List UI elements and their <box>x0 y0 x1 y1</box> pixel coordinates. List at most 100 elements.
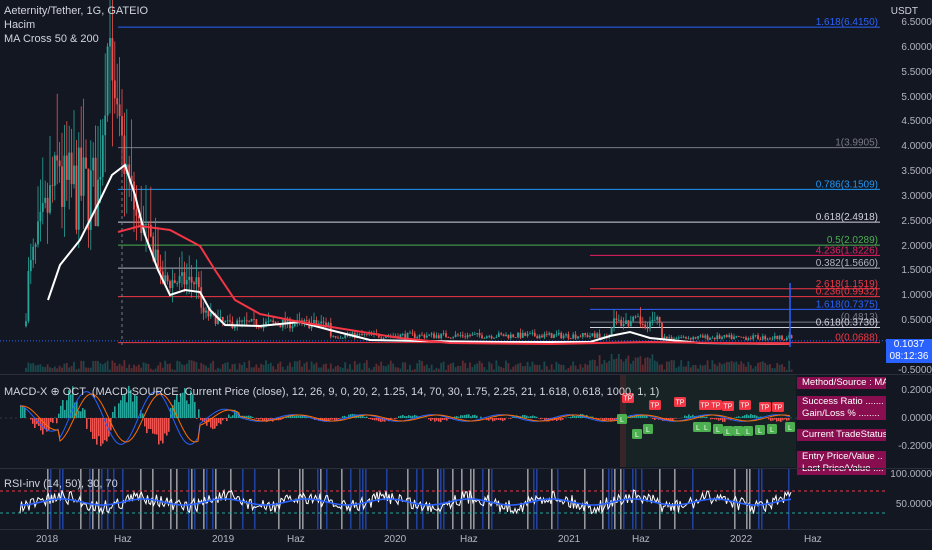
volume-bar <box>502 367 505 372</box>
volume-bar <box>783 366 786 372</box>
volume-bar <box>423 365 426 372</box>
macd-histogram-bar <box>108 418 110 437</box>
l-marker-label: L <box>620 417 624 424</box>
volume-bar <box>75 369 78 372</box>
fib-level-label: 0.382(1.5660) <box>816 258 878 269</box>
candle-body <box>358 333 361 335</box>
volume-bar <box>433 369 435 372</box>
candle-body <box>521 332 524 338</box>
candle-body <box>145 224 147 225</box>
ma-cross-indicator-label[interactable]: MA Cross 50 & 200 <box>4 33 99 45</box>
macd-histogram-bar <box>228 414 230 418</box>
volume-bar <box>430 364 433 372</box>
candle-body <box>531 332 534 334</box>
candle-body <box>694 337 697 339</box>
macd-histogram-bar <box>216 418 218 426</box>
volume-bar <box>656 361 659 372</box>
macd-histogram-bar <box>160 418 162 441</box>
volume-bar <box>437 368 440 372</box>
volume-bar <box>490 363 493 372</box>
candle-body <box>226 320 229 322</box>
rsi-axis[interactable]: 100.0000 50.0000 <box>886 469 932 529</box>
l-marker-label: L <box>736 429 740 436</box>
volume-bar <box>185 363 188 372</box>
volume-bar <box>745 366 747 372</box>
volume-bar <box>277 363 279 372</box>
candle-body <box>497 333 500 337</box>
candle-body <box>272 320 275 323</box>
candle-body <box>70 152 73 185</box>
volume-bar <box>531 361 534 372</box>
macd-indicator-title[interactable]: MACD-X ⊕ OCT (MACD-SOURCE, Current Price… <box>4 385 659 398</box>
time-axis[interactable]: 2018 Haz 2019 Haz 2020 Haz 2021 Haz 2022… <box>0 530 886 550</box>
volume-bar <box>82 360 85 372</box>
candle-body <box>322 321 325 323</box>
candle-body <box>586 334 589 338</box>
volume-bar <box>529 366 531 372</box>
time-axis-label: Haz <box>460 534 478 545</box>
volume-bar <box>70 366 73 372</box>
macd-histogram-bar <box>538 418 540 419</box>
volume-indicator-label[interactable]: Hacim <box>4 19 35 31</box>
candle-body <box>649 321 651 329</box>
candle-body <box>183 272 186 285</box>
volume-bar <box>764 362 767 372</box>
volume-bar <box>694 365 697 372</box>
symbol-title[interactable]: Aeternity/Tether, 1G, GATEIO <box>4 5 148 17</box>
volume-bar <box>315 362 318 372</box>
candle-body <box>689 338 692 340</box>
rsi-signal-band <box>491 469 493 529</box>
volume-bar <box>646 357 649 372</box>
l-marker-label: L <box>646 427 650 434</box>
macd-histogram-bar <box>456 416 458 418</box>
volume-bar <box>27 362 30 372</box>
price-axis[interactable]: USDT 6.5000 6.0000 5.5000 5.0000 4.5000 4.000… <box>886 0 932 376</box>
ma50-line <box>47 163 791 345</box>
candle-body <box>653 319 656 321</box>
volume-bar <box>505 360 507 372</box>
macd-histogram-bar <box>472 415 474 418</box>
rsi-pane[interactable]: RSI-inv (14, 50), 30, 70 <box>0 469 886 529</box>
rsi-signal-band <box>176 469 178 529</box>
macd-histogram-bar <box>218 418 220 424</box>
candle-body <box>61 166 63 207</box>
volume-bar <box>106 360 109 372</box>
volume-bar <box>137 364 140 372</box>
volume-bar <box>349 364 351 372</box>
candle-body <box>409 332 411 334</box>
volume-bar <box>752 368 755 372</box>
candle-body <box>776 335 779 339</box>
volume-bar <box>637 357 639 372</box>
volume-bar <box>313 364 315 372</box>
volume-bar <box>169 363 171 372</box>
l-marker-label: L <box>635 432 639 439</box>
candle-body <box>567 334 570 339</box>
macd-histogram-bar <box>20 406 22 418</box>
l-marker-label: L <box>758 428 762 435</box>
rsi-canvas[interactable] <box>0 469 886 529</box>
fib-level-label: 1(3.9905) <box>835 138 878 149</box>
macd-histogram-bar <box>704 417 706 418</box>
candle-body <box>457 334 459 336</box>
volume-bar <box>97 360 99 372</box>
candle-body <box>241 320 243 322</box>
rsi-signal-band <box>692 469 694 529</box>
macd-axis[interactable]: 0.2000 0.0000 -0.2000 <box>886 375 932 467</box>
fib-level-label: 0.618(0.3730) <box>816 317 878 328</box>
price-chart-canvas[interactable]: 1.618(6.4150) 1(3.9905) 0.786(3.1509) 0.618… <box>0 0 886 373</box>
rsi-signal-band <box>758 469 760 529</box>
volume-bar <box>154 368 157 372</box>
macd-pane[interactable]: TP TP TP TP TP TP TP TP TP L L L L L L L L L L L L MACD-X ⊕ … <box>0 375 886 475</box>
macd-histogram-bar <box>342 416 344 418</box>
l-marker-label: L <box>696 425 700 432</box>
price-chart-pane[interactable]: 1.618(6.4150) 1(3.9905) 0.786(3.1509) 0.618… <box>0 0 886 373</box>
candle-body <box>553 334 555 339</box>
volume-bar <box>92 361 95 372</box>
volume-bar <box>740 361 743 372</box>
candle-body <box>718 335 721 339</box>
candle-body <box>725 335 728 338</box>
volume-bar <box>94 360 97 372</box>
rsi-indicator-title[interactable]: RSI-inv (14, 50), 30, 70 <box>4 478 118 490</box>
candle-body <box>250 319 253 322</box>
macd-axis-tick: -0.2000 <box>898 441 932 452</box>
